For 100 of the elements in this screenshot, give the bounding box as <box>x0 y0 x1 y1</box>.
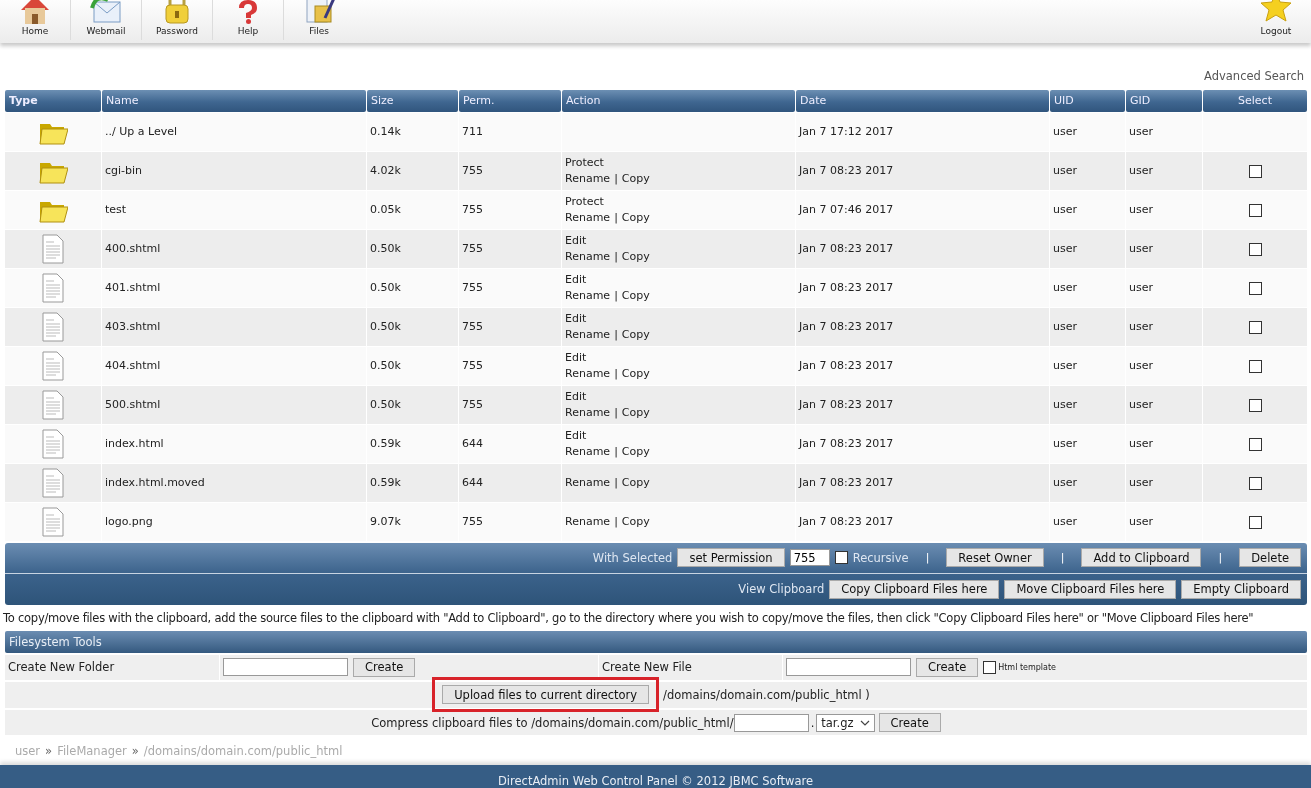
action-link[interactable]: Copy <box>621 514 650 528</box>
file-name-link[interactable]: ../ Up a Level <box>102 112 366 151</box>
column-header[interactable]: UID <box>1050 89 1125 112</box>
separator: | <box>614 210 618 224</box>
action-link[interactable]: Edit <box>565 272 587 286</box>
toolbar-button[interactable]: Reset Owner <box>946 548 1044 568</box>
table-cell: 755 <box>459 346 561 385</box>
action-link[interactable]: Edit <box>565 350 587 364</box>
column-header[interactable]: GID <box>1126 89 1202 112</box>
column-header[interactable]: Action <box>562 89 795 112</box>
toolbar-button[interactable]: Copy Clipboard Files here <box>829 579 1000 599</box>
nav-item[interactable]: Webmail <box>71 0 142 40</box>
select-checkbox[interactable] <box>1248 476 1262 490</box>
create-button[interactable]: Create <box>353 657 416 677</box>
select-checkbox[interactable] <box>1248 281 1262 295</box>
logout-link[interactable]: Logout <box>1241 0 1311 44</box>
select-checkbox[interactable] <box>1248 203 1262 217</box>
table-cell: 755 <box>459 151 561 190</box>
action-link[interactable]: Rename <box>565 405 611 419</box>
column-header[interactable]: Date <box>796 89 1049 112</box>
file-name-link[interactable]: 401.shtml <box>102 268 366 307</box>
action-link[interactable]: Copy <box>621 210 650 224</box>
action-link[interactable]: Edit <box>565 389 587 403</box>
file-name-link[interactable]: 403.shtml <box>102 307 366 346</box>
table-cell: 755 <box>459 385 561 424</box>
column-header[interactable]: Type <box>5 89 101 112</box>
action-link[interactable]: Rename <box>565 249 611 263</box>
column-header[interactable]: Perm. <box>459 89 561 112</box>
chevron-down-icon <box>859 718 870 727</box>
toolbar-button[interactable]: set Permission <box>677 548 785 568</box>
action-link[interactable]: Edit <box>565 428 587 442</box>
table-cell: 0.50k <box>367 268 458 307</box>
advanced-search-link[interactable]: Advanced Search <box>1204 69 1304 89</box>
action-link[interactable]: Copy <box>621 327 650 341</box>
action-link[interactable]: Rename <box>565 210 611 224</box>
upload-button[interactable]: Upload files to current directory <box>442 685 650 705</box>
file-icon <box>42 506 64 537</box>
table-cell: Jan 7 08:23 2017 <box>796 307 1049 346</box>
action-link[interactable]: Edit <box>565 311 587 325</box>
table-cell: user <box>1126 385 1202 424</box>
select-checkbox[interactable] <box>1248 437 1262 451</box>
action-link[interactable]: Copy <box>621 405 650 419</box>
action-link[interactable]: Protect <box>565 155 604 169</box>
create-button[interactable]: Create <box>916 657 979 677</box>
table-cell: user <box>1050 307 1125 346</box>
column-header[interactable]: Select <box>1203 89 1307 112</box>
action-link[interactable]: Copy <box>621 249 650 263</box>
file-name-link[interactable]: cgi-bin <box>102 151 366 190</box>
file-name-link[interactable]: 400.shtml <box>102 229 366 268</box>
toolbar-button[interactable]: Add to Clipboard <box>1081 548 1202 568</box>
action-link[interactable]: Rename <box>565 366 611 380</box>
table-cell: user <box>1126 463 1202 502</box>
table-cell: Jan 7 08:23 2017 <box>796 229 1049 268</box>
action-link[interactable]: Rename <box>565 288 611 302</box>
table-cell: user <box>1126 112 1202 151</box>
file-name-link[interactable]: test <box>102 190 366 229</box>
action-link[interactable]: Rename <box>565 171 611 185</box>
select-checkbox[interactable] <box>1248 359 1262 373</box>
toolbar-button[interactable]: Move Clipboard Files here <box>1004 579 1177 599</box>
table-cell: Jan 7 08:23 2017 <box>796 268 1049 307</box>
file-name-link[interactable]: logo.png <box>102 502 366 541</box>
format-select[interactable]: tar.gz <box>816 713 875 732</box>
select-checkbox[interactable] <box>1248 164 1262 178</box>
field-label: Compress clipboard files to /domains/domain.com/public_html/ <box>371 715 734 730</box>
action-link[interactable]: Copy <box>621 444 650 458</box>
archive-name-field[interactable] <box>733 713 809 732</box>
select-checkbox[interactable] <box>1248 320 1262 334</box>
file-name-link[interactable]: index.html <box>102 424 366 463</box>
select-checkbox[interactable] <box>1248 515 1262 529</box>
action-link[interactable]: Rename <box>565 444 611 458</box>
nav-item[interactable]: Help <box>213 0 284 40</box>
template-checkbox[interactable] <box>983 660 997 674</box>
toolbar-button[interactable]: Empty Clipboard <box>1181 579 1301 599</box>
recursive-checkbox[interactable] <box>834 551 848 565</box>
toolbar-button[interactable]: Delete <box>1239 548 1301 568</box>
action-link[interactable]: Rename <box>565 514 611 528</box>
action-link[interactable]: Copy <box>621 475 650 489</box>
nav-item[interactable]: Home <box>0 0 71 40</box>
select-checkbox[interactable] <box>1248 398 1262 412</box>
column-header[interactable]: Size <box>367 89 458 112</box>
column-header[interactable]: Name <box>102 89 366 112</box>
file-name-link[interactable]: index.html.moved <box>102 463 366 502</box>
permission-field[interactable]: 755 <box>789 549 830 567</box>
action-link[interactable]: Rename <box>565 475 611 489</box>
action-link[interactable]: Rename <box>565 327 611 341</box>
nav-item[interactable]: Password <box>142 0 213 40</box>
file-name-link[interactable]: 404.shtml <box>102 346 366 385</box>
action-link[interactable]: Copy <box>621 288 650 302</box>
action-link[interactable]: Edit <box>565 233 587 247</box>
action-link[interactable]: Protect <box>565 194 604 208</box>
table-cell: user <box>1050 268 1125 307</box>
folder-name-field[interactable] <box>223 658 348 677</box>
select-checkbox[interactable] <box>1248 242 1262 256</box>
action-link[interactable]: Copy <box>621 366 650 380</box>
action-link[interactable]: Copy <box>621 171 650 185</box>
file-name-field[interactable] <box>786 658 911 677</box>
create-button[interactable]: Create <box>878 713 941 733</box>
nav-item[interactable]: Files <box>284 0 354 44</box>
file-name-link[interactable]: 500.shtml <box>102 385 366 424</box>
table-cell: 755 <box>459 190 561 229</box>
